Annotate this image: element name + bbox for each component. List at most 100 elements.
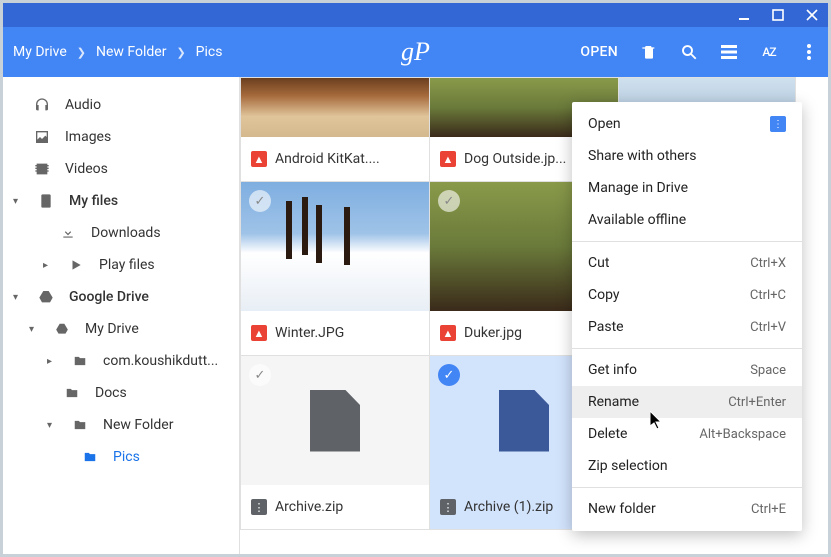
image-icon <box>33 129 51 145</box>
sidebar-label: com.koushikdutt... <box>103 353 218 369</box>
chevron-right-icon: ▸ <box>47 356 57 367</box>
more-icon[interactable] <box>800 43 818 61</box>
breadcrumb-item[interactable]: New Folder <box>96 44 166 60</box>
menu-item-info[interactable]: Get infoSpace <box>572 354 802 386</box>
menu-item-manage[interactable]: Manage in Drive <box>572 172 802 204</box>
file-tile[interactable]: ▲ Android KitKat.... <box>240 77 430 182</box>
check-badge-icon[interactable]: ✓ <box>438 190 460 212</box>
file-thumbnail <box>241 78 429 137</box>
chevron-down-icon: ▾ <box>29 324 39 335</box>
close-button[interactable] <box>802 5 822 25</box>
sidebar-label: Videos <box>65 161 108 177</box>
app-window: My Drive ❯ New Folder ❯ Pics gP OPEN AZ … <box>0 0 831 557</box>
file-name: Archive.zip <box>275 499 343 515</box>
menu-item-zip-selection[interactable]: Zip selection <box>572 450 802 482</box>
sidebar-label: Google Drive <box>69 289 149 305</box>
view-list-icon[interactable] <box>720 43 738 61</box>
sidebar-item-google-drive[interactable]: ▾Google Drive <box>3 281 239 313</box>
folder-icon <box>81 450 99 464</box>
zip-file-icon: ⋮ <box>440 499 456 515</box>
file-label-row: ▲ Android KitKat.... <box>241 137 429 181</box>
sidebar-item-downloads[interactable]: Downloads <box>3 217 239 249</box>
file-thumbnail: ✓ <box>241 182 429 311</box>
menu-item-delete[interactable]: DeleteAlt+Backspace <box>572 418 802 450</box>
check-badge-icon[interactable]: ✓ <box>249 364 271 386</box>
sidebar-item-new-folder[interactable]: ▾ New Folder <box>3 409 239 441</box>
document-icon <box>499 390 549 452</box>
breadcrumb: My Drive ❯ New Folder ❯ Pics <box>13 44 222 60</box>
window-titlebar <box>3 3 828 27</box>
sidebar-item-pics[interactable]: Pics <box>3 441 239 473</box>
menu-item-paste[interactable]: PasteCtrl+V <box>572 311 802 343</box>
delete-icon[interactable] <box>640 43 658 61</box>
maximize-button[interactable] <box>768 5 788 25</box>
sidebar-item-images[interactable]: Images <box>3 121 239 153</box>
menu-separator <box>572 348 802 349</box>
play-icon <box>67 258 85 272</box>
menu-separator <box>572 487 802 488</box>
sidebar-label: Downloads <box>91 225 161 241</box>
image-file-icon: ▲ <box>251 151 267 167</box>
app-logo: gP <box>401 37 430 67</box>
file-label-row: ▲Winter.JPG <box>241 311 429 355</box>
file-name: Archive (1).zip <box>464 499 553 515</box>
app-header: My Drive ❯ New Folder ❯ Pics gP OPEN AZ <box>3 27 828 77</box>
menu-item-new-folder[interactable]: New folderCtrl+E <box>572 493 802 525</box>
drive-icon <box>53 322 71 336</box>
sidebar-item-videos[interactable]: Videos <box>3 153 239 185</box>
sidebar-label: Docs <box>95 385 127 401</box>
minimize-button[interactable] <box>734 5 754 25</box>
chevron-right-icon: ❯ <box>176 46 185 59</box>
zip-file-icon: ⋮ <box>251 499 267 515</box>
open-button[interactable]: OPEN <box>580 44 618 60</box>
sidebar-label: Images <box>65 129 111 145</box>
file-thumbnail: ✓ <box>241 356 429 485</box>
sidebar-item-koushik[interactable]: ▸ com.koushikdutt... <box>3 345 239 377</box>
menu-item-cut[interactable]: CutCtrl+X <box>572 247 802 279</box>
breadcrumb-item[interactable]: Pics <box>196 44 223 60</box>
folder-icon <box>71 418 89 432</box>
image-file-icon: ▲ <box>440 151 456 167</box>
check-badge-icon[interactable]: ✓ <box>249 190 271 212</box>
device-icon <box>37 193 55 209</box>
menu-item-rename[interactable]: RenameCtrl+Enter <box>572 386 802 418</box>
file-name: Android KitKat.... <box>275 151 380 167</box>
folder-icon <box>63 386 81 400</box>
menu-item-copy[interactable]: CopyCtrl+C <box>572 279 802 311</box>
sidebar: Audio Images Videos ▾My files Downloads … <box>3 77 240 554</box>
pin-icon: ⋮ <box>770 116 786 132</box>
file-tile[interactable]: ✓ ⋮ Archive.zip <box>240 355 430 530</box>
sidebar-label: Pics <box>113 449 140 465</box>
sidebar-item-my-drive[interactable]: ▾ My Drive <box>3 313 239 345</box>
file-label-row: ⋮ Archive.zip <box>241 485 429 529</box>
menu-item-open[interactable]: Open⋮ <box>572 108 802 140</box>
search-icon[interactable] <box>680 43 698 61</box>
check-badge-icon[interactable]: ✓ <box>438 364 460 386</box>
video-icon <box>33 161 51 177</box>
chevron-right-icon: ❯ <box>77 46 86 59</box>
sidebar-item-docs[interactable]: Docs <box>3 377 239 409</box>
folder-icon <box>71 354 89 368</box>
drive-icon <box>37 289 55 305</box>
headphones-icon <box>33 97 51 113</box>
sidebar-label: My files <box>69 193 118 209</box>
image-file-icon: ▲ <box>440 325 456 341</box>
file-tile[interactable]: ✓ ▲Winter.JPG <box>240 181 430 356</box>
menu-item-offline[interactable]: Available offline <box>572 204 802 236</box>
context-menu: Open⋮ Share with others Manage in Drive … <box>572 102 802 531</box>
sort-button[interactable]: AZ <box>760 43 778 61</box>
menu-item-share[interactable]: Share with others <box>572 140 802 172</box>
sidebar-label: Audio <box>65 97 101 113</box>
breadcrumb-item[interactable]: My Drive <box>13 44 67 60</box>
document-icon <box>310 390 360 452</box>
sidebar-item-play-files[interactable]: ▸ Play files <box>3 249 239 281</box>
image-file-icon: ▲ <box>251 325 267 341</box>
sidebar-label: My Drive <box>85 321 139 337</box>
chevron-right-icon: ▸ <box>43 260 53 271</box>
sidebar-item-audio[interactable]: Audio <box>3 89 239 121</box>
sidebar-label: New Folder <box>103 417 173 433</box>
sidebar-label: Play files <box>99 257 155 273</box>
chevron-down-icon: ▾ <box>47 420 57 431</box>
file-name: Duker.jpg <box>464 325 522 341</box>
sidebar-item-my-files[interactable]: ▾My files <box>3 185 239 217</box>
